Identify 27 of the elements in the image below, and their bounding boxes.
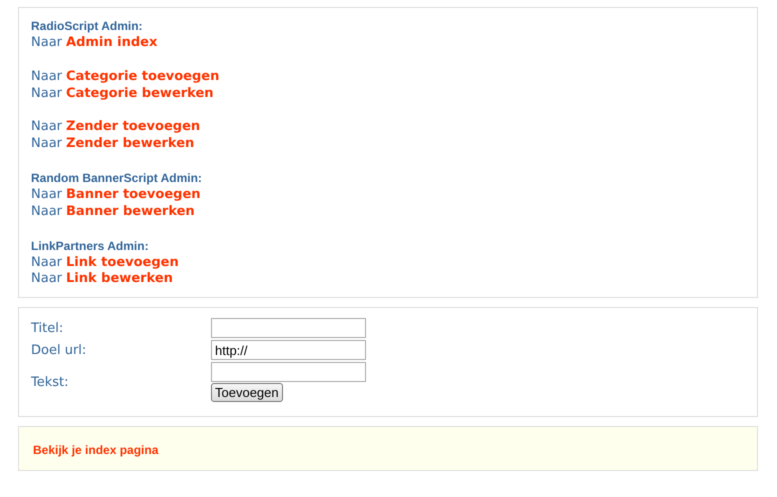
admin-link[interactable]: Banner toevoegen — [66, 186, 201, 202]
field-label: Doel url: — [31, 343, 86, 358]
link-prefix: Naar — [31, 186, 62, 202]
section-heading: LinkPartners Admin: — [31, 238, 150, 255]
field-label: Titel: — [31, 321, 64, 336]
input-field[interactable]: http:// — [211, 340, 366, 360]
admin-link[interactable]: Link bewerken — [66, 271, 173, 286]
link-prefix: Naar — [31, 68, 62, 84]
index-page-link[interactable]: Bekijk je index pagina — [33, 443, 158, 458]
admin-link[interactable]: Zender toevoegen — [66, 119, 200, 134]
section-heading: Random BannerScript Admin: — [31, 170, 203, 187]
link-prefix: Naar — [31, 271, 62, 286]
link-prefix: Naar — [31, 119, 62, 134]
link-prefix: Naar — [31, 204, 62, 219]
field-label: Tekst: — [31, 375, 69, 390]
admin-link[interactable]: Zender bewerken — [66, 136, 194, 152]
link-prefix: Naar — [31, 254, 62, 270]
link-prefix: Naar — [31, 136, 62, 152]
admin-link[interactable]: Categorie bewerken — [66, 86, 214, 101]
admin-link[interactable]: Link toevoegen — [66, 254, 179, 270]
link-prefix: Naar — [31, 86, 62, 101]
admin-link[interactable]: Categorie toevoegen — [66, 68, 220, 84]
admin-link[interactable]: Banner bewerken — [66, 204, 195, 219]
link-prefix: Naar — [31, 35, 62, 50]
admin-link[interactable]: Admin index — [66, 35, 158, 50]
submit-button[interactable]: Toevoegen — [211, 383, 283, 402]
section-heading: RadioScript Admin: — [31, 18, 144, 35]
